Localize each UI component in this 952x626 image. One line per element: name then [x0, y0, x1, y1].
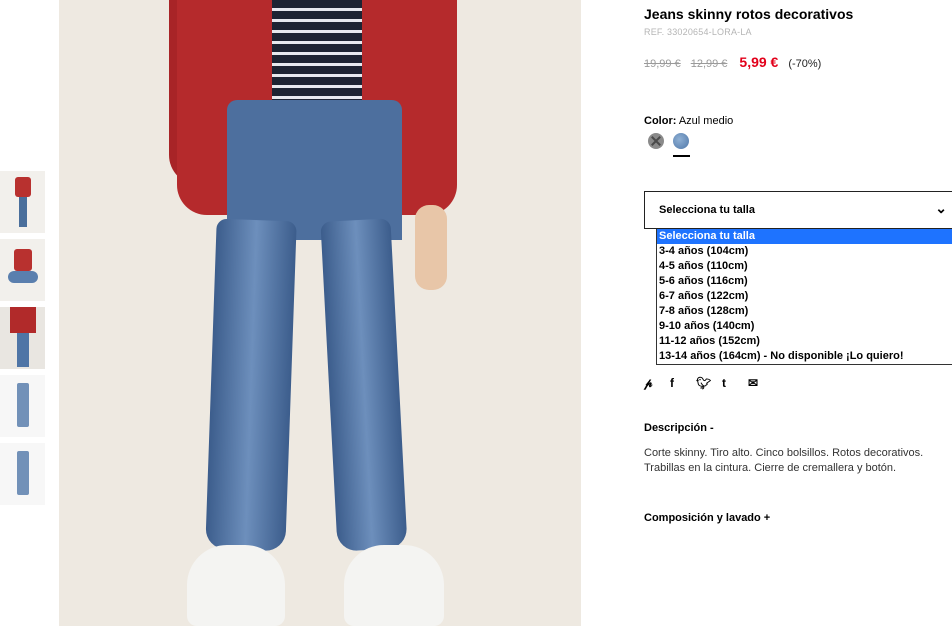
size-option[interactable]: Selecciona tu talla — [657, 229, 952, 244]
facebook-icon[interactable]: f — [670, 376, 696, 391]
twitter-icon[interactable]: 🐦︎ — [696, 376, 722, 391]
photo-sneaker — [344, 545, 444, 626]
thumbnail-gallery — [0, 171, 45, 511]
color-label-row: Color: Azul medio — [644, 115, 733, 127]
size-option[interactable]: 5-6 años (116cm) — [657, 274, 952, 289]
pinterest-icon[interactable]: 𝓅 — [644, 376, 670, 391]
photo-striped-shirt — [272, 0, 362, 100]
thumbnail-3[interactable] — [0, 307, 45, 369]
description-text: Corte skinny. Tiro alto. Cinco bolsillos… — [644, 447, 924, 474]
previous-price: 12,99 € — [690, 58, 728, 70]
thumbnail-figure — [7, 271, 38, 283]
share-icons: 𝓅 f 🐦︎ t ✉ — [644, 376, 774, 391]
photo-sneaker — [187, 545, 285, 626]
thumbnail-1[interactable] — [0, 171, 45, 233]
product-info-panel: Jeans skinny rotos decorativos REF. 3302… — [644, 0, 952, 626]
main-product-image[interactable] — [59, 0, 581, 626]
size-dropdown-list: Selecciona tu talla 3-4 años (104cm) 4-5… — [656, 229, 952, 365]
thumbnail-2[interactable] — [0, 239, 45, 301]
size-option[interactable]: 7-8 años (128cm) — [657, 304, 952, 319]
thumbnail-figure — [16, 383, 29, 427]
thumbnail-figure — [16, 451, 29, 495]
thumbnail-figure — [14, 177, 31, 197]
original-price: 19,99 € — [644, 58, 681, 70]
product-reference: REF. 33020654-LORA-LA — [644, 27, 752, 37]
thumbnail-figure — [16, 333, 29, 367]
size-select[interactable]: Selecciona tu talla ⌄ — [644, 191, 952, 229]
photo-hand — [415, 205, 447, 290]
tumblr-icon[interactable]: t — [722, 376, 748, 391]
size-option[interactable]: 11-12 años (152cm) — [657, 334, 952, 349]
photo-jeans-leg — [205, 218, 297, 552]
unavailable-color-swatch-icon[interactable] — [648, 133, 664, 149]
description-heading[interactable]: Descripción - — [644, 422, 714, 434]
thumbnail-figure — [9, 307, 36, 333]
selected-swatch-underline — [673, 155, 690, 157]
discount-badge: (-70%) — [788, 58, 822, 70]
thumbnail-5[interactable] — [0, 443, 45, 505]
product-title: Jeans skinny rotos decorativos — [644, 6, 854, 22]
color-label: Color: — [644, 115, 677, 127]
size-option[interactable]: 13-14 años (164cm) - No disponible ¡Lo q… — [657, 349, 952, 364]
chevron-down-icon: ⌄ — [935, 200, 947, 216]
size-option[interactable]: 4-5 años (110cm) — [657, 259, 952, 274]
thumbnail-4[interactable] — [0, 375, 45, 437]
thumbnail-figure — [18, 197, 27, 227]
photo-jeans-leg — [320, 218, 408, 552]
thumbnail-figure — [13, 249, 32, 271]
blue-denim-swatch-icon[interactable] — [673, 133, 689, 149]
color-value: Azul medio — [678, 115, 734, 127]
sale-price: 5,99 € — [739, 54, 779, 70]
composition-heading[interactable]: Composición y lavado + — [644, 512, 770, 524]
size-option[interactable]: 9-10 años (140cm) — [657, 319, 952, 334]
email-icon[interactable]: ✉ — [748, 376, 774, 391]
price-block: 19,99 € 12,99 € 5,99 € (-70%) — [644, 54, 821, 70]
size-option[interactable]: 6-7 años (122cm) — [657, 289, 952, 304]
size-option[interactable]: 3-4 años (104cm) — [657, 244, 952, 259]
size-select-value: Selecciona tu talla — [659, 204, 755, 216]
